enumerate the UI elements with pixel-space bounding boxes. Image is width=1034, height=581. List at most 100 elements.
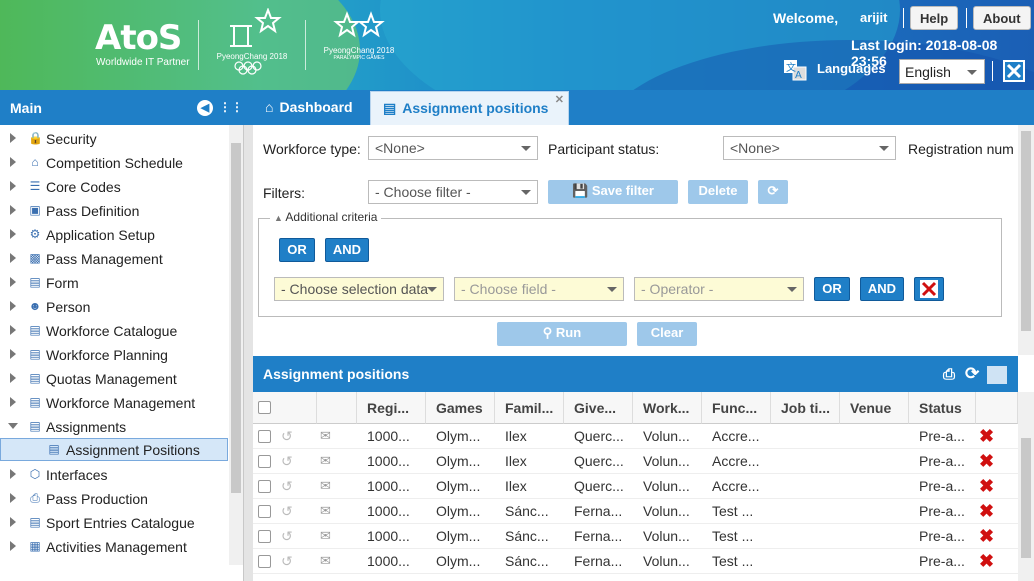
sidebar-item-quotas-management[interactable]: ▤ Quotas Management [0, 368, 230, 390]
sidebar-item-core-codes[interactable]: ☰ Core Codes [0, 176, 230, 198]
filter-select[interactable]: - Choose filter - [368, 180, 538, 204]
row-checkbox[interactable] [258, 530, 271, 543]
sidebar-item-workforce-catalogue[interactable]: ▤ Workforce Catalogue [0, 320, 230, 342]
cell-venue [840, 524, 909, 549]
delete-row-icon[interactable]: ✖ [979, 552, 994, 570]
remove-criteria-button[interactable] [914, 277, 944, 301]
delete-row-icon[interactable]: ✖ [979, 427, 994, 445]
column-header-function[interactable]: Func... [702, 392, 771, 424]
clear-button[interactable]: Clear [637, 322, 697, 346]
sidebar-item-workforce-management[interactable]: ▤ Workforce Management [0, 392, 230, 414]
refresh-icon[interactable]: ⟳ [965, 364, 979, 384]
and-button[interactable]: AND [325, 238, 369, 262]
sidebar-item-assignments[interactable]: ▤ Assignments [0, 416, 230, 438]
save-filter-button[interactable]: 💾 Save filter [548, 180, 678, 204]
delete-row-icon[interactable]: ✖ [979, 477, 994, 495]
history-icon[interactable]: ↺ [281, 503, 293, 520]
sidebar-item-person[interactable]: ☻ Person [0, 296, 230, 318]
delete-row-icon[interactable]: ✖ [979, 527, 994, 545]
sidebar-item-pass-management[interactable]: ▩ Pass Management [0, 248, 230, 270]
sidebar-item-activities-management[interactable]: ▦ Activities Management [0, 536, 230, 558]
column-header-family-name[interactable]: Famil... [495, 392, 564, 424]
sidebar-item-application-setup[interactable]: ⚙ Application Setup [0, 224, 230, 246]
about-button[interactable]: About [973, 6, 1031, 30]
participant-status-select[interactable]: <None> [723, 136, 896, 160]
sidebar-scrollbar[interactable] [229, 125, 243, 565]
comments-icon[interactable]: ✉ [320, 553, 331, 569]
operator-select[interactable]: - Operator - [634, 277, 804, 301]
comments-icon[interactable]: ✉ [320, 478, 331, 494]
close-tab-icon[interactable]: ✕ [555, 93, 564, 106]
expand-tree-icon[interactable]: ⋮⋮ [219, 100, 243, 116]
delete-row-icon[interactable]: ✖ [979, 452, 994, 470]
sidebar-scrollbar-thumb[interactable] [231, 143, 241, 493]
column-header-registration[interactable]: Regi... [357, 392, 426, 424]
field-select[interactable]: - Choose field - [454, 277, 624, 301]
splitter[interactable] [244, 125, 253, 581]
sidebar-item-pass-definition[interactable]: ▣ Pass Definition [0, 200, 230, 222]
olympic-logo: PyeongChang 2018 [212, 7, 292, 77]
row-checkbox[interactable] [258, 455, 271, 468]
history-icon[interactable]: ↺ [281, 453, 293, 470]
delete-row-icon[interactable]: ✖ [979, 502, 994, 520]
column-header-venue[interactable]: Venue [840, 392, 909, 424]
languages-label[interactable]: Languages [817, 61, 886, 76]
help-button[interactable]: Help [910, 6, 959, 30]
sidebar-item-workforce-planning[interactable]: ▤ Workforce Planning [0, 344, 230, 366]
translate-icon[interactable]: 文A [783, 59, 807, 81]
sidebar-title-text: Main [10, 100, 42, 116]
export-icon[interactable] [987, 366, 1007, 384]
home-icon: ⌂ [265, 99, 274, 115]
or-button[interactable]: OR [279, 238, 315, 262]
sidebar-item-interfaces[interactable]: ⬡ Interfaces [0, 464, 230, 486]
tab-dashboard[interactable]: ⌂ Dashboard [253, 91, 369, 125]
column-header-games[interactable]: Games [426, 392, 495, 424]
run-button[interactable]: ⚲ Run [497, 322, 627, 346]
comments-icon[interactable]: ✉ [320, 503, 331, 519]
additional-criteria-legend[interactable]: ▲ Additional criteria [270, 210, 382, 224]
cell-registration: 1000... [357, 499, 426, 524]
comments-icon[interactable]: ✉ [320, 453, 331, 469]
collapse-sidebar-icon[interactable]: ◀ [197, 100, 213, 116]
row-checkbox[interactable] [258, 555, 271, 568]
history-icon[interactable]: ↺ [281, 553, 293, 570]
print-icon[interactable]: ⎙ [943, 366, 955, 383]
column-header-given-name[interactable]: Give... [564, 392, 633, 424]
language-select[interactable]: English [899, 59, 985, 84]
grid-scrollbar[interactable] [1018, 392, 1034, 581]
column-header-workforce[interactable]: Work... [633, 392, 702, 424]
workforce-type-select[interactable]: <None> [368, 136, 538, 160]
row-checkbox[interactable] [258, 430, 271, 443]
sidebar-item-assignment-positions[interactable]: ▤ Assignment Positions [0, 438, 228, 461]
history-icon[interactable]: ↺ [281, 528, 293, 545]
form-scrollbar-thumb[interactable] [1021, 131, 1031, 331]
row-checkbox[interactable] [258, 480, 271, 493]
form-scrollbar[interactable] [1018, 125, 1034, 355]
sidebar-item-competition-schedule[interactable]: ⌂ Competition Schedule [0, 152, 230, 174]
logout-icon[interactable] [1003, 60, 1025, 82]
cell-registration: 1000... [357, 549, 426, 574]
comments-icon[interactable]: ✉ [320, 428, 331, 444]
refresh-filter-button[interactable]: ⟳ [758, 180, 788, 204]
sidebar-item-sport-entries-catalogue[interactable]: ▤ Sport Entries Catalogue [0, 512, 230, 534]
grid-scrollbar-thumb[interactable] [1021, 438, 1031, 558]
column-header-job-title[interactable]: Job ti... [771, 392, 840, 424]
history-icon[interactable]: ↺ [281, 478, 293, 495]
cell-status: Pre-a... [909, 524, 976, 549]
column-header-status[interactable]: Status [909, 392, 976, 424]
criteria-or-button[interactable]: OR [814, 277, 850, 301]
sidebar-item-form[interactable]: ▤ Form [0, 272, 230, 294]
delete-button[interactable]: Delete [688, 180, 748, 204]
criteria-and-button[interactable]: AND [860, 277, 904, 301]
history-icon[interactable]: ↺ [281, 428, 293, 445]
sidebar-item-security[interactable]: 🔒 Security [0, 128, 230, 150]
comments-icon[interactable]: ✉ [320, 528, 331, 544]
cell-job-title [771, 499, 840, 524]
save-filter-label: Save filter [591, 183, 654, 198]
sidebar-item-pass-production[interactable]: ⎙ Pass Production [0, 488, 230, 510]
tab-assignment-positions[interactable]: ▤ Assignment positions ✕ [370, 91, 569, 125]
select-all-checkbox[interactable] [258, 401, 271, 414]
lock-icon: 🔒 [28, 131, 43, 145]
row-checkbox[interactable] [258, 505, 271, 518]
selection-data-select[interactable]: - Choose selection data [274, 277, 444, 301]
